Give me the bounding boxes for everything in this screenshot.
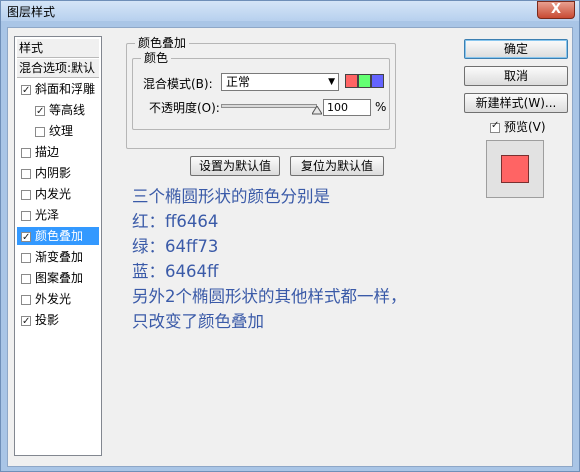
style-list-item[interactable]: 混合选项:默认 xyxy=(17,59,99,78)
close-button[interactable]: X xyxy=(537,1,575,19)
style-list-item[interactable]: 图案叠加 xyxy=(17,269,99,287)
reset-default-button[interactable]: 复位为默认值 xyxy=(290,156,384,176)
preview-checkbox-row[interactable]: 预览(V) xyxy=(486,118,546,135)
style-list-item[interactable]: 光泽 xyxy=(17,206,99,224)
style-list-item[interactable]: 颜色叠加 xyxy=(17,227,99,245)
style-list-item[interactable]: 等高线 xyxy=(31,101,99,119)
preview-checkbox[interactable] xyxy=(490,120,500,133)
opacity-unit: % xyxy=(375,100,387,114)
style-checkbox[interactable] xyxy=(21,295,31,305)
dialog-title: 图层样式 xyxy=(7,5,56,19)
color-swatch-red[interactable] xyxy=(345,74,358,88)
style-list-item[interactable]: 内阴影 xyxy=(17,164,99,182)
opacity-slider-track[interactable] xyxy=(221,104,317,108)
color-swatch-blue[interactable] xyxy=(371,74,384,88)
preview-box xyxy=(486,140,544,198)
style-checkbox[interactable] xyxy=(35,103,45,119)
style-checkbox[interactable] xyxy=(21,274,31,284)
preview-label: 预览(V) xyxy=(504,120,546,134)
blend-mode-select[interactable]: 正常 ▼ xyxy=(221,73,339,91)
style-checkbox[interactable] xyxy=(21,313,31,329)
style-list-item[interactable]: 内发光 xyxy=(17,185,99,203)
style-checkbox[interactable] xyxy=(21,190,31,200)
action-panel: 确定 取消 新建样式(W)... 预览(V) xyxy=(464,36,568,216)
style-list-item[interactable]: 外发光 xyxy=(17,290,99,308)
annotation-line: 红：ff6464 xyxy=(132,212,219,231)
ok-button[interactable]: 确定 xyxy=(464,39,568,59)
style-list-item-label: 颜色叠加 xyxy=(35,229,84,243)
style-list-item[interactable]: 纹理 xyxy=(31,122,99,140)
set-default-button[interactable]: 设置为默认值 xyxy=(190,156,280,176)
style-checkbox[interactable] xyxy=(21,211,31,221)
style-checkbox[interactable] xyxy=(21,148,31,158)
new-style-button[interactable]: 新建样式(W)... xyxy=(464,93,568,113)
color-overlay-group: 颜色叠加 颜色 混合模式(B): 正常 ▼ 不透明度(O): 100 % xyxy=(126,36,396,149)
opacity-slider-thumb[interactable] xyxy=(312,106,322,116)
style-list: 样式混合选项:默认斜面和浮雕等高线纹理描边内阴影内发光光泽颜色叠加渐变叠加图案叠… xyxy=(14,36,102,456)
annotation-text: 三个椭圆形状的颜色分别是 红：ff6464 绿：64ff73 蓝：6464ff 另外2个… xyxy=(132,184,407,334)
title-bar[interactable]: 图层样式 X xyxy=(1,1,579,21)
color-overlay-title: 颜色叠加 xyxy=(135,36,190,50)
style-checkbox[interactable] xyxy=(21,82,31,98)
style-list-item-label: 内发光 xyxy=(35,187,72,201)
chevron-down-icon: ▼ xyxy=(328,77,335,87)
color-subgroup-title: 颜色 xyxy=(141,51,172,65)
blend-mode-value: 正常 xyxy=(226,75,251,89)
style-list-item-label: 样式 xyxy=(19,41,44,55)
style-list-item[interactable]: 斜面和浮雕 xyxy=(17,80,99,98)
style-checkbox[interactable] xyxy=(21,229,31,245)
blend-mode-label: 混合模式(B): xyxy=(143,77,213,91)
annotation-line: 蓝：6464ff xyxy=(132,262,219,281)
style-list-item-label: 等高线 xyxy=(49,103,86,117)
style-list-item[interactable]: 样式 xyxy=(17,39,99,58)
style-list-item-label: 渐变叠加 xyxy=(35,250,84,264)
style-list-item[interactable]: 描边 xyxy=(17,143,99,161)
color-overlay-panel: 颜色叠加 颜色 混合模式(B): 正常 ▼ 不透明度(O): 100 % 设置为… xyxy=(112,36,412,456)
style-list-item[interactable]: 渐变叠加 xyxy=(17,248,99,266)
style-list-item-label: 投影 xyxy=(35,313,60,327)
style-list-item-label: 外发光 xyxy=(35,292,72,306)
annotation-line: 三个椭圆形状的颜色分别是 xyxy=(132,187,330,206)
style-list-item-label: 斜面和浮雕 xyxy=(35,82,96,96)
layer-style-dialog: 图层样式 X 样式混合选项:默认斜面和浮雕等高线纹理描边内阴影内发光光泽颜色叠加… xyxy=(0,0,580,472)
style-list-item-label: 混合选项:默认 xyxy=(19,61,96,75)
color-subgroup: 颜色 混合模式(B): 正常 ▼ 不透明度(O): 100 % xyxy=(132,51,390,130)
annotation-line: 绿：64ff73 xyxy=(132,237,219,256)
opacity-label: 不透明度(O): xyxy=(149,101,220,115)
style-list-item-label: 纹理 xyxy=(49,124,74,138)
style-list-item-label: 光泽 xyxy=(35,208,60,222)
style-list-item[interactable]: 投影 xyxy=(17,311,99,329)
annotation-line: 另外2个椭圆形状的其他样式都一样， xyxy=(132,287,407,306)
style-checkbox[interactable] xyxy=(21,169,31,179)
style-checkbox[interactable] xyxy=(21,253,31,263)
style-list-item-label: 内阴影 xyxy=(35,166,72,180)
opacity-input[interactable]: 100 xyxy=(323,99,371,116)
style-checkbox[interactable] xyxy=(35,127,45,137)
color-swatch-green[interactable] xyxy=(358,74,371,88)
style-list-item-label: 描边 xyxy=(35,145,60,159)
annotation-line: 只改变了颜色叠加 xyxy=(132,312,264,331)
cancel-button[interactable]: 取消 xyxy=(464,66,568,86)
dialog-client-area: 样式混合选项:默认斜面和浮雕等高线纹理描边内阴影内发光光泽颜色叠加渐变叠加图案叠… xyxy=(7,27,573,467)
preview-swatch xyxy=(501,155,529,183)
style-list-item-label: 图案叠加 xyxy=(35,271,84,285)
